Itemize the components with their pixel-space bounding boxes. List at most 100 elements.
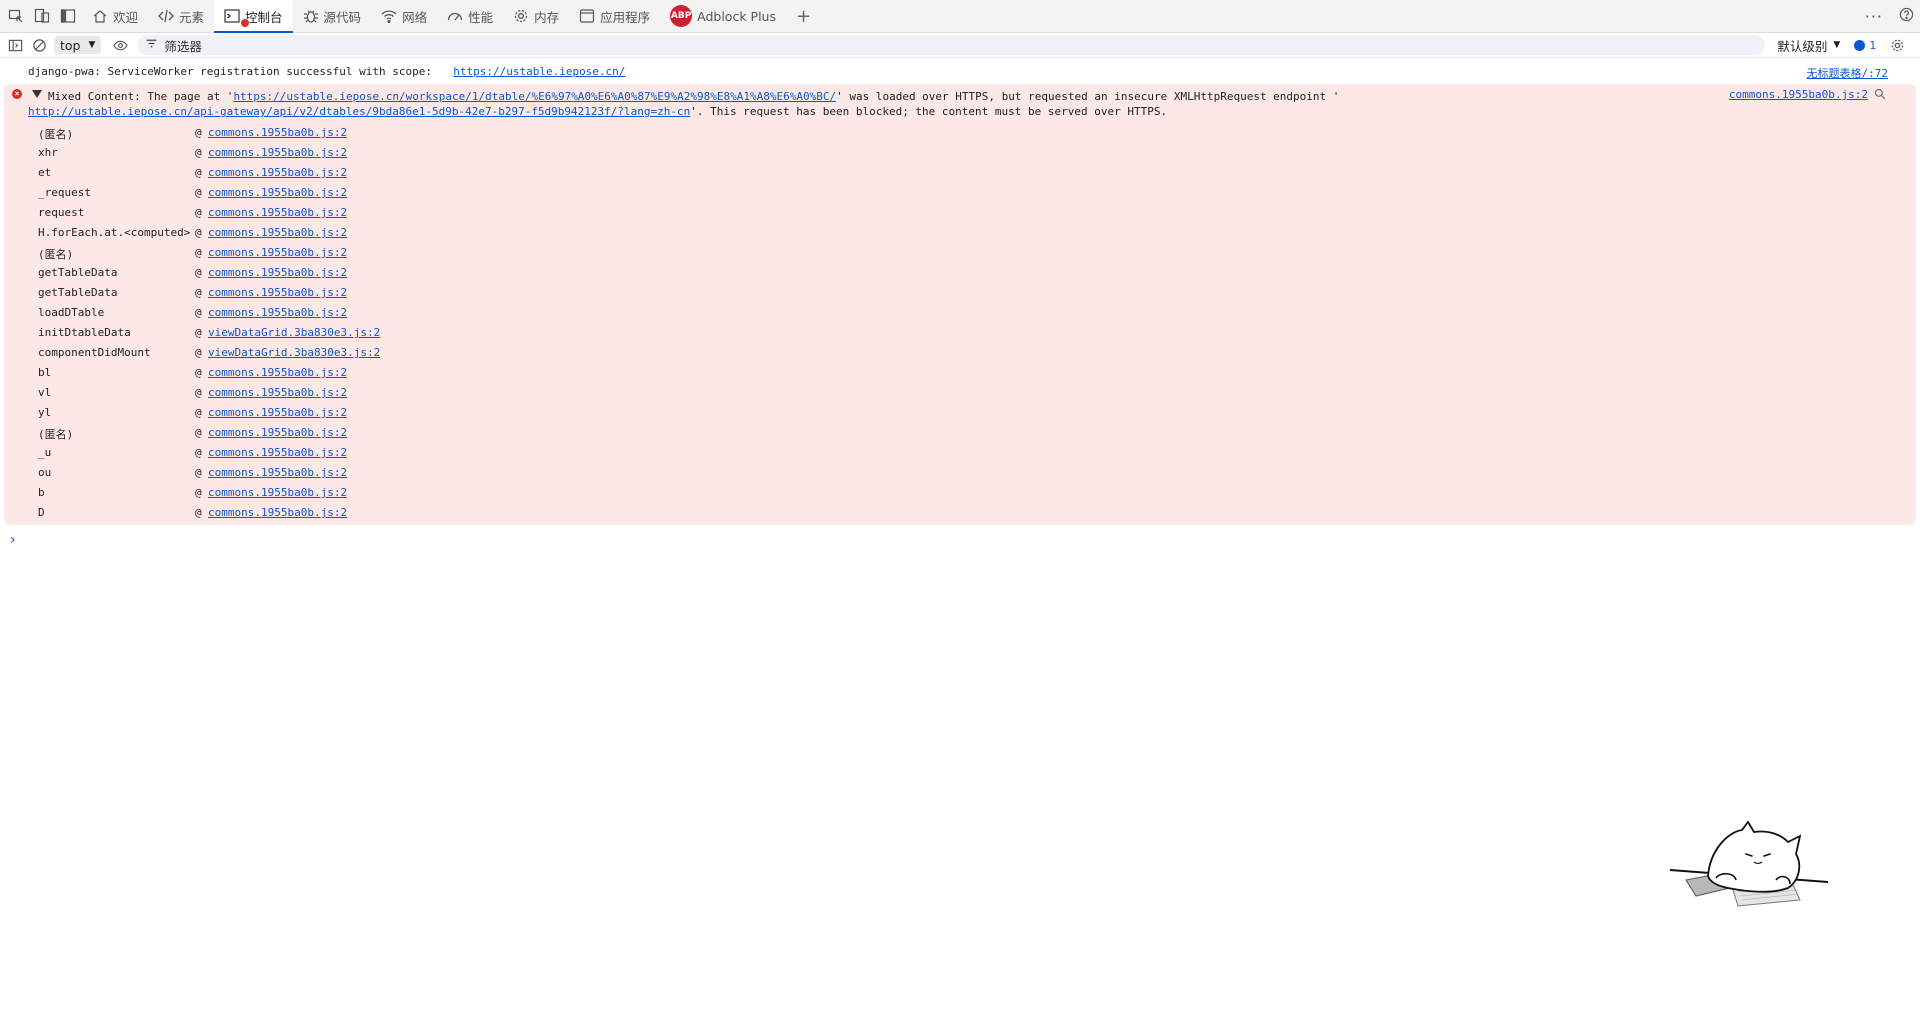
stack-frame-at: @ <box>195 126 202 139</box>
error-line2: http://ustable.iepose.cn/api-gateway/api… <box>28 104 1167 119</box>
tab-memory[interactable]: 内存 <box>503 0 569 32</box>
clear-console-icon[interactable] <box>30 36 48 54</box>
stack-frame-location-link[interactable]: commons.1955ba0b.js:2 <box>208 406 347 419</box>
bug-icon <box>303 10 318 23</box>
wifi-icon <box>381 10 397 24</box>
stack-frame-function: xhr <box>38 146 58 159</box>
stack-frame-location-link[interactable]: commons.1955ba0b.js:2 <box>208 386 347 399</box>
stack-frame-at: @ <box>195 326 202 339</box>
show-sidebar-icon[interactable] <box>6 36 24 54</box>
error-endpoint-url-link[interactable]: http://ustable.iepose.cn/api-gateway/api… <box>28 105 690 118</box>
console-settings-gear-icon[interactable] <box>1888 36 1906 54</box>
stack-frame-at: @ <box>195 366 202 379</box>
stack-frame-function: et <box>38 166 52 179</box>
error-line1-prefix: Mixed Content: The page at ' <box>48 90 234 103</box>
stack-frame-location-link[interactable]: commons.1955ba0b.js:2 <box>208 466 347 479</box>
stack-frame-at: @ <box>195 206 202 219</box>
stack-frame-function: getTableData <box>38 266 118 279</box>
console-prompt-chevron-icon[interactable]: › <box>10 532 16 548</box>
stack-frame-location-link[interactable]: commons.1955ba0b.js:2 <box>208 146 347 159</box>
tab-console[interactable]: 控制台 <box>214 0 293 33</box>
tab-application[interactable]: 应用程序 <box>569 0 660 32</box>
stack-frame-location-link[interactable]: commons.1955ba0b.js:2 <box>208 366 347 379</box>
gauge-icon <box>447 12 463 21</box>
tab-sources[interactable]: 源代码 <box>293 0 372 32</box>
add-tool-button[interactable]: + <box>786 6 821 27</box>
stack-frame-at: @ <box>195 426 202 439</box>
tabbar-actions: ··· <box>1865 0 1914 32</box>
stack-frame-function: H.forEach.at.<computed> <box>38 226 191 239</box>
stack-frame-location-link[interactable]: commons.1955ba0b.js:2 <box>208 246 347 259</box>
stack-frame-location-link[interactable]: commons.1955ba0b.js:2 <box>208 166 347 179</box>
stack-frame-location-link[interactable]: commons.1955ba0b.js:2 <box>208 426 347 439</box>
stack-frame-function: initDtableData <box>38 326 131 339</box>
tab-label: Adblock Plus <box>697 8 776 24</box>
message-bubble-icon <box>1854 39 1866 51</box>
stack-frame-location-link[interactable]: commons.1955ba0b.js:2 <box>208 206 347 219</box>
stack-frame-location-link[interactable]: commons.1955ba0b.js:2 <box>208 506 347 519</box>
device-emulation-icon[interactable] <box>32 6 52 26</box>
tab-adblock-plus[interactable]: ABP Adblock Plus <box>660 0 786 32</box>
log-level-select[interactable]: 默认级别 ▼ <box>1777 36 1840 55</box>
stack-frame-location-link[interactable]: commons.1955ba0b.js:2 <box>208 446 347 459</box>
chevron-down-icon: ▼ <box>88 40 96 50</box>
stack-frame-location-link[interactable]: viewDataGrid.3ba830e3.js:2 <box>208 326 380 339</box>
tab-elements[interactable]: 元素 <box>148 0 214 32</box>
tab-label: 元素 <box>179 9 205 25</box>
stack-frame-function: (匿名) <box>38 128 74 141</box>
gear-icon <box>514 9 528 23</box>
filter-input[interactable]: 筛选器 <box>137 35 1766 55</box>
tab-performance[interactable]: 性能 <box>437 0 503 32</box>
stack-frame-location-link[interactable]: commons.1955ba0b.js:2 <box>208 306 347 319</box>
stack-frame-at: @ <box>195 386 202 399</box>
console-toolbar: top ▼ 筛选器 默认级别 ▼ 1 <box>0 33 1920 58</box>
live-expression-eye-icon[interactable] <box>111 36 129 54</box>
stack-frame-at: @ <box>195 266 202 279</box>
help-icon[interactable] <box>1899 7 1914 25</box>
stack-frame-at: @ <box>195 466 202 479</box>
stack-frame-location-link[interactable]: commons.1955ba0b.js:2 <box>208 226 347 239</box>
toggle-sidebar-icon[interactable] <box>58 6 78 26</box>
stack-frame-location-link[interactable]: commons.1955ba0b.js:2 <box>208 486 347 499</box>
stack-frame-at: @ <box>195 446 202 459</box>
stack-frame-function: componentDidMount <box>38 346 151 359</box>
tab-network[interactable]: 网络 <box>371 0 437 32</box>
error-icon: × <box>12 89 22 99</box>
issues-counter[interactable]: 1 <box>1854 39 1876 52</box>
tab-label: 应用程序 <box>600 9 651 25</box>
stack-frame-function: getTableData <box>38 286 118 299</box>
stack-frame-location-link[interactable]: commons.1955ba0b.js:2 <box>208 266 347 279</box>
stack-frame-location-link[interactable]: viewDataGrid.3ba830e3.js:2 <box>208 346 380 359</box>
stack-frame-function: D <box>38 506 45 519</box>
stack-frame-at: @ <box>195 226 202 239</box>
stack-frame-function: b <box>38 486 45 499</box>
stack-frame-function: bl <box>38 366 52 379</box>
tab-welcome[interactable]: 欢迎 <box>82 0 148 32</box>
log-source-link[interactable]: 无标题表格/:72 <box>1807 65 1889 81</box>
tab-label: 性能 <box>468 9 494 25</box>
stack-frame-function: (匿名) <box>38 428 74 441</box>
home-icon <box>93 10 107 23</box>
expand-triangle-icon[interactable] <box>32 90 42 98</box>
context-select[interactable]: top ▼ <box>54 36 102 54</box>
error-source-link[interactable]: commons.1955ba0b.js:2 <box>1729 88 1868 101</box>
stack-frame-at: @ <box>195 506 202 519</box>
stack-frame-location-link[interactable]: commons.1955ba0b.js:2 <box>208 126 347 139</box>
stack-frame-location-link[interactable]: commons.1955ba0b.js:2 <box>208 186 347 199</box>
inspect-element-icon[interactable] <box>6 6 26 26</box>
error-page-url-link[interactable]: https://ustable.iepose.cn/workspace/1/dt… <box>233 90 836 103</box>
context-value: top <box>60 37 81 53</box>
stack-frame-location-link[interactable]: commons.1955ba0b.js:2 <box>208 286 347 299</box>
search-icon[interactable] <box>1874 88 1886 103</box>
stack-frame-function: (匿名) <box>38 248 74 261</box>
devtools-tabbar: 欢迎 元素 控制台 源代码 网络 性能 内存 应用程序 ABP Adblock … <box>0 0 1920 33</box>
error-message: × Mixed Content: The page at 'https://us… <box>4 84 1916 525</box>
stack-frame-function: request <box>38 206 85 219</box>
log-scope-link[interactable]: https://ustable.iepose.cn/ <box>453 65 625 78</box>
log-text-line: django-pwa: ServiceWorker registration s… <box>28 65 625 78</box>
stack-frame-function: _request <box>38 186 91 199</box>
more-options-icon[interactable]: ··· <box>1865 7 1883 26</box>
tab-label: 欢迎 <box>113 9 139 25</box>
stack-frame-function: loadDTable <box>38 306 105 319</box>
error-text: Mixed Content: The page at 'https://usta… <box>28 89 1668 118</box>
